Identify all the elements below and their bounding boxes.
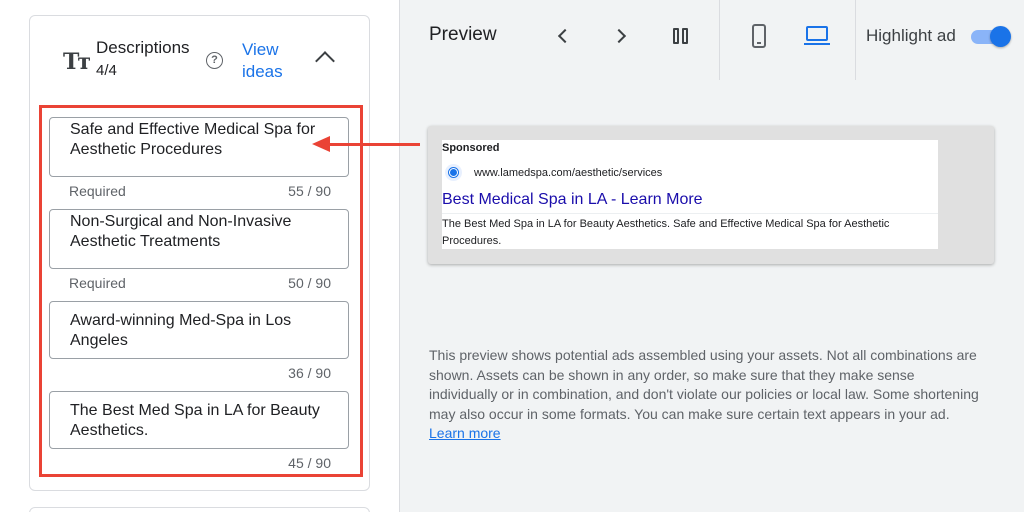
sponsored-label: Sponsored (442, 142, 500, 154)
annotation-arrow (328, 143, 420, 146)
toggle-knob (990, 26, 1011, 47)
char-count: 36 / 90 (288, 365, 331, 381)
description-meta-1: Required 55 / 90 (69, 183, 331, 199)
learn-more-link[interactable]: Learn more (429, 425, 501, 441)
ad-url: www.lamedspa.com/aesthetic/services (474, 167, 663, 179)
ad-preview: Sponsored www.lamedspa.com/aesthetic/ser… (442, 140, 938, 249)
left-panel: Tт Descriptions 4/4 ? View ideas Safe an… (0, 0, 400, 512)
description-field-1[interactable]: Safe and Effective Medical Spa for Aesth… (49, 117, 349, 177)
chevron-up-icon[interactable] (315, 51, 335, 71)
descriptions-title: Descriptions 4/4 (96, 37, 190, 82)
char-count: 45 / 90 (288, 455, 331, 471)
preview-info-text: This preview shows potential ads assembl… (429, 346, 984, 444)
required-label: Required (69, 275, 126, 291)
description-field-4[interactable]: The Best Med Spa in LA for Beauty Aesthe… (49, 391, 349, 449)
highlight-ad-label: Highlight ad (866, 26, 956, 45)
descriptions-card: Tт Descriptions 4/4 ? View ideas Safe an… (29, 15, 370, 491)
text-format-icon: Tт (63, 49, 91, 75)
previous-button[interactable] (549, 22, 577, 50)
required-label: Required (69, 183, 126, 199)
mobile-view-button[interactable] (745, 22, 773, 50)
toolbar-divider (719, 0, 720, 80)
char-count: 50 / 90 (288, 275, 331, 291)
arrow-head-icon (312, 136, 330, 152)
ad-description: The Best Med Spa in LA for Beauty Aesthe… (442, 218, 890, 247)
next-button[interactable] (607, 22, 635, 50)
chevron-left-icon (557, 28, 573, 44)
highlight-ad-toggle[interactable] (969, 25, 1013, 47)
char-count: 55 / 90 (288, 183, 331, 199)
help-icon[interactable]: ? (206, 52, 223, 69)
descriptions-count: 4/4 (96, 62, 117, 79)
desktop-view-button[interactable] (803, 22, 831, 50)
description-field-2[interactable]: Non-Surgical and Non-Invasive Aesthetic … (49, 209, 349, 269)
ad-preview-card: Sponsored www.lamedspa.com/aesthetic/ser… (428, 126, 994, 264)
ad-divider (442, 213, 938, 214)
next-card (29, 507, 370, 512)
chevron-right-icon (611, 28, 627, 44)
laptop-icon (804, 26, 830, 46)
ad-headline[interactable]: Best Medical Spa in LA - Learn More (442, 191, 703, 209)
view-all-button[interactable] (666, 22, 694, 50)
description-meta-2: Required 50 / 90 (69, 275, 331, 291)
toolbar-divider (855, 0, 856, 80)
globe-icon (445, 164, 462, 181)
description-field-3[interactable]: Award-winning Med-Spa in Los Angeles (49, 301, 349, 359)
view-ideas-link[interactable]: View ideas (242, 39, 302, 83)
descriptions-label: Descriptions (96, 38, 190, 57)
info-body: This preview shows potential ads assembl… (429, 347, 979, 422)
preview-title: Preview (429, 24, 497, 45)
columns-icon (672, 28, 688, 44)
phone-icon (752, 24, 766, 48)
